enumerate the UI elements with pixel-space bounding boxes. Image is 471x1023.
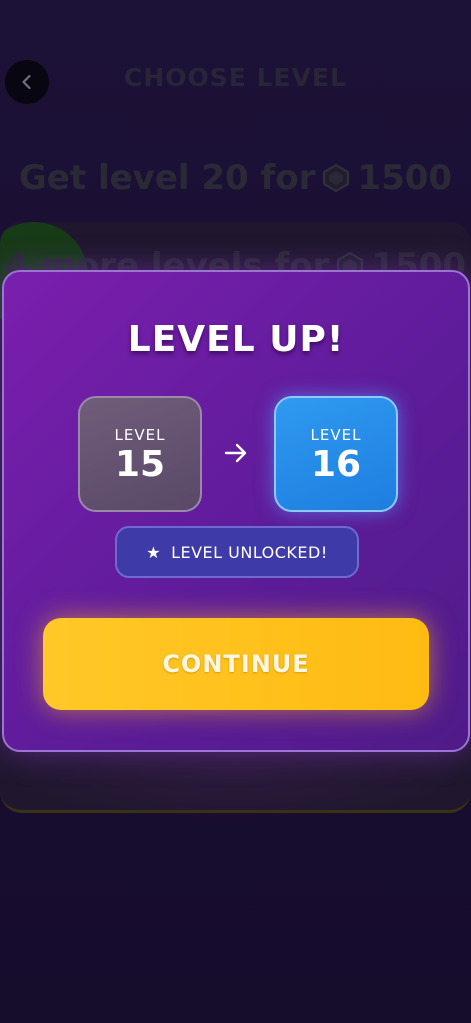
modal-title: LEVEL UP! xyxy=(127,319,345,360)
level-up-screen: CHOOSE LEVEL Get level 20 for 1500 4 mor… xyxy=(0,0,471,1023)
arrow-right-icon xyxy=(224,443,247,463)
new-level-box: LEVEL 16 xyxy=(274,396,398,512)
star-icon: ★ xyxy=(146,542,162,562)
level-offer-amount: 1500 xyxy=(357,158,453,198)
continue-button[interactable]: CONTINUE xyxy=(43,618,429,710)
level-offer-text: Get level 20 for xyxy=(18,158,316,198)
new-level-number: 16 xyxy=(310,444,362,485)
level-offer[interactable]: Get level 20 for 1500 xyxy=(0,158,471,198)
gem-icon xyxy=(323,163,350,193)
previous-level-number: 15 xyxy=(114,444,166,485)
previous-level-box: LEVEL 15 xyxy=(78,396,202,512)
new-level-label: LEVEL xyxy=(310,426,362,444)
level-unlocked-label: LEVEL UNLOCKED! xyxy=(171,542,328,562)
page-title: CHOOSE LEVEL xyxy=(124,63,347,92)
level-up-modal: LEVEL UP! LEVEL 15 LEVEL 16 ★ LEVEL UNLO… xyxy=(2,270,470,752)
previous-level-label: LEVEL xyxy=(114,426,166,444)
level-unlocked-badge: ★ LEVEL UNLOCKED! xyxy=(115,526,359,578)
